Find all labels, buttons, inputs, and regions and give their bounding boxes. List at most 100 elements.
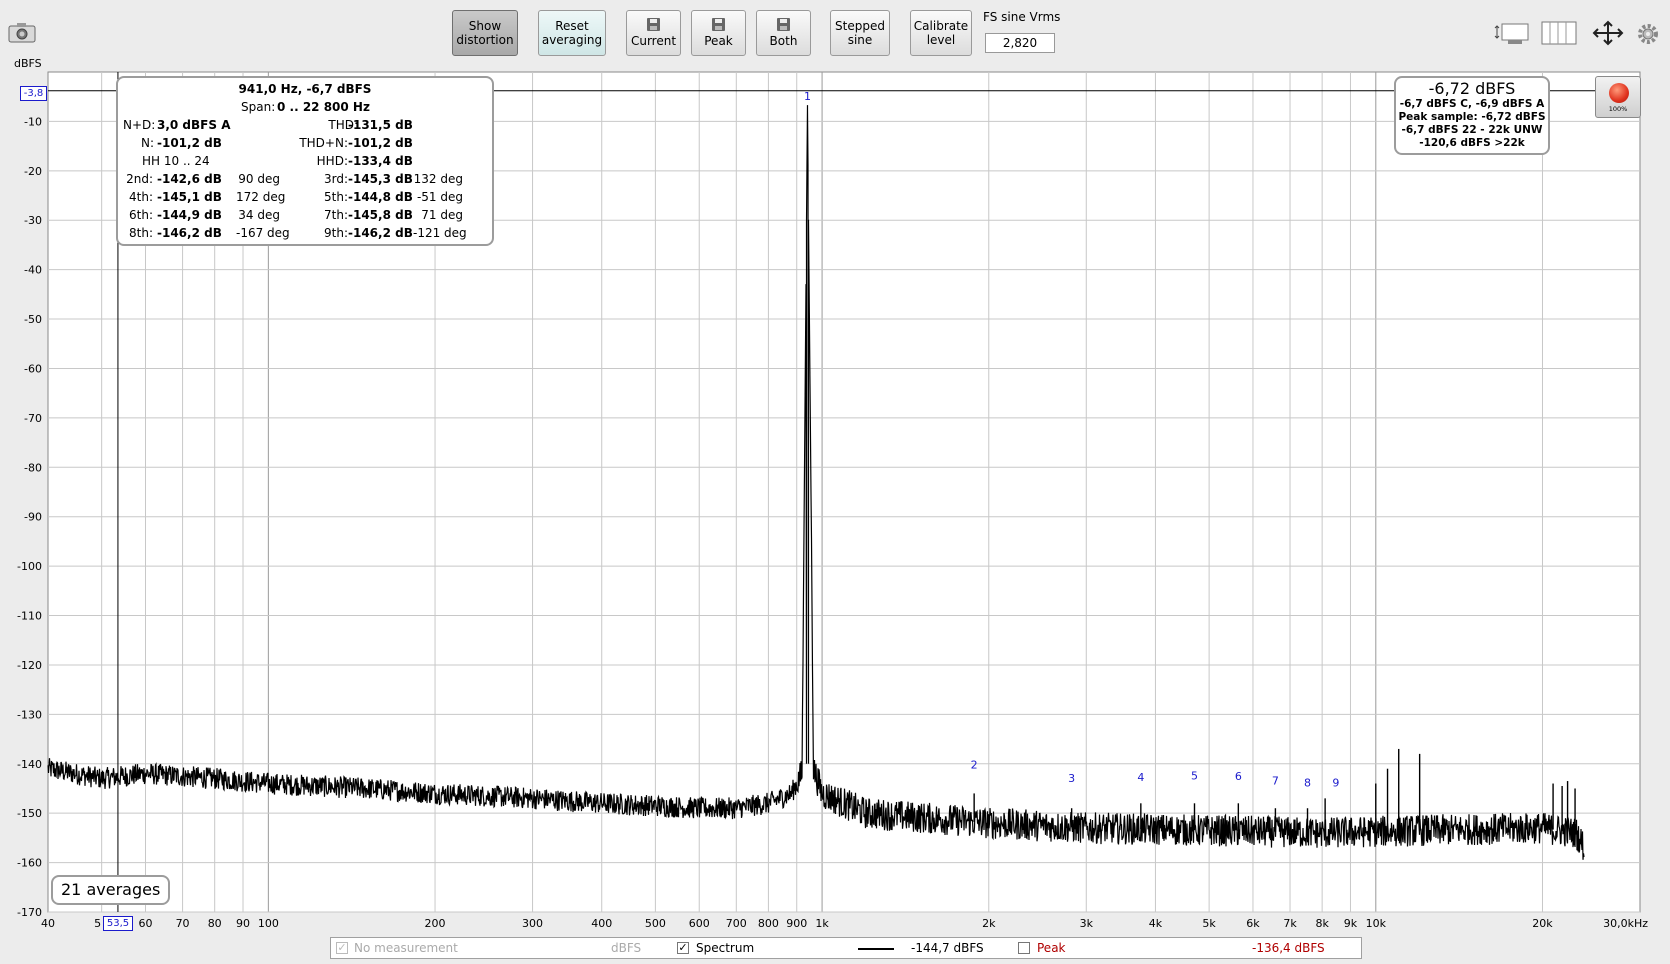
harmonic-phase: 132 deg <box>413 172 463 186</box>
x-tick-label: 400 <box>591 917 612 930</box>
y-tick-label: -120 <box>17 659 42 672</box>
harmonic-label: 4th: <box>129 190 153 204</box>
y-tick-label: -100 <box>17 560 42 573</box>
thd-value: -131,5 dB <box>348 118 413 132</box>
harmonic-label: 5th: <box>324 190 348 204</box>
harmonic-marker: 7 <box>1272 774 1279 787</box>
x-tick-label: 2k <box>982 917 996 930</box>
harmonic-value: -144,9 dB <box>157 208 222 222</box>
nd-value: 3,0 dBFS A <box>157 118 231 132</box>
hhd-value: -133,4 dB <box>348 154 413 168</box>
x-tick-label: 40 <box>41 917 55 930</box>
span-value: 0 .. 22 800 Hz <box>277 100 370 114</box>
y-tick-label: -50 <box>24 313 42 326</box>
x-tick-label: 60 <box>139 917 153 930</box>
n-label: N: <box>140 136 154 150</box>
no-measurement-label: No measurement <box>354 941 458 955</box>
harmonic-marker: 6 <box>1235 770 1242 783</box>
spectrum-value: -144,7 dBFS <box>911 941 984 955</box>
harmonic-value: -142,6 dB <box>157 172 222 186</box>
record-level-label: 100% <box>1608 105 1628 113</box>
y-tick-label: -90 <box>24 511 42 524</box>
y-tick-label: -80 <box>24 461 42 474</box>
y-tick-label: -170 <box>17 906 42 919</box>
x-tick-label: 80 <box>208 917 222 930</box>
harmonic-label: 9th: <box>324 226 348 240</box>
x-tick-label: 9k <box>1344 917 1358 930</box>
harmonic-label: 6th: <box>129 208 153 222</box>
y-tick-label: -130 <box>17 708 42 721</box>
harmonic-value: -146,2 dB <box>157 226 222 240</box>
x-tick-label: 5 <box>94 917 101 930</box>
x-tick-label: 800 <box>758 917 779 930</box>
hhd-label: HHD: <box>316 154 348 168</box>
harmonic-phase: 71 deg <box>421 208 463 222</box>
record-icon <box>1609 83 1629 103</box>
harmonic-label: 2nd: <box>126 172 153 186</box>
x-tick-label: 200 <box>425 917 446 930</box>
spectrum-checkbox[interactable]: ✓ <box>677 942 689 954</box>
n-value: -101,2 dB <box>157 136 222 150</box>
harmonic-phase: 34 deg <box>238 208 280 222</box>
level-line-2: Peak sample: -6,72 dBFS <box>1398 111 1546 123</box>
y-tick-label: -110 <box>17 610 42 623</box>
level-line-3: -6,7 dBFS 22 - 22k UNW <box>1401 124 1543 136</box>
y-tick-label: -140 <box>17 758 42 771</box>
x-tick-label: 4k <box>1149 917 1163 930</box>
cursor-x-label[interactable]: 53,5 <box>103 916 133 931</box>
harmonic-value: -145,3 dB <box>348 172 413 186</box>
x-tick-label: 900 <box>786 917 807 930</box>
nd-label: N+D: <box>123 118 156 132</box>
x-tick-label: 10k <box>1366 917 1387 930</box>
harmonic-phase: -51 deg <box>416 190 463 204</box>
distortion-info-panel: 941,0 Hz, -6,7 dBFS Span: 0 .. 22 800 Hz… <box>116 76 494 246</box>
x-tick-label: 100 <box>258 917 279 930</box>
no-measurement-unit: dBFS <box>611 941 642 955</box>
harmonic-phase: 172 deg <box>236 190 286 204</box>
x-tick-label: 600 <box>689 917 710 930</box>
averages-badge: 21 averages <box>51 875 171 905</box>
harmonic-marker: 3 <box>1068 772 1075 785</box>
cursor-y-label[interactable]: -3,8 <box>20 86 47 101</box>
y-tick-label: -30 <box>24 214 42 227</box>
harmonic-marker: 4 <box>1137 771 1144 784</box>
harmonic-value: -145,1 dB <box>157 190 222 204</box>
x-tick-label: 90 <box>236 917 250 930</box>
harmonic-marker: 5 <box>1191 769 1198 782</box>
harmonic-label: 3rd: <box>323 172 348 186</box>
x-tick-label: 3k <box>1080 917 1094 930</box>
x-tick-label: 7k <box>1283 917 1297 930</box>
harmonic-marker: 9 <box>1332 776 1339 789</box>
thdn-value: -101,2 dB <box>348 136 413 150</box>
harmonic-marker: 8 <box>1304 776 1311 789</box>
x-tick-label: 8k <box>1315 917 1329 930</box>
harmonic-phase: -167 deg <box>236 226 290 240</box>
level-main: -6,72 dBFS <box>1428 79 1516 98</box>
harmonic-value: -144,8 dB <box>348 190 413 204</box>
level-line-4: -120,6 dBFS >22k <box>1419 137 1525 149</box>
harmonic-marker: 2 <box>971 759 978 772</box>
span-label: Span: <box>241 100 276 114</box>
x-tick-label: 30,0kHz <box>1603 917 1648 930</box>
harmonic-label: 7th: <box>324 208 348 222</box>
peak-value: -136,4 dBFS <box>1252 941 1325 955</box>
y-tick-label: -150 <box>17 807 42 820</box>
info-title: 941,0 Hz, -6,7 dBFS <box>238 82 372 96</box>
x-tick-label: 500 <box>645 917 666 930</box>
y-tick-label: -160 <box>17 857 42 870</box>
y-tick-label: -70 <box>24 412 42 425</box>
x-tick-label: 5k <box>1202 917 1216 930</box>
x-tick-label: 20k <box>1532 917 1553 930</box>
harmonic-value: -145,8 dB <box>348 208 413 222</box>
level-line-1: -6,7 dBFS C, -6,9 dBFS A <box>1399 98 1545 110</box>
thdn-label: THD+N: <box>299 136 348 150</box>
x-tick-label: 300 <box>522 917 543 930</box>
peak-checkbox[interactable] <box>1018 942 1030 954</box>
harmonic-phase: 90 deg <box>238 172 280 186</box>
no-measurement-checkbox[interactable]: ✓ <box>336 942 348 954</box>
y-tick-label: -60 <box>24 362 42 375</box>
y-tick-label: -10 <box>24 115 42 128</box>
record-button[interactable]: 100% <box>1595 76 1641 118</box>
x-tick-label: 1k <box>815 917 829 930</box>
level-panel: -6,72 dBFS -6,7 dBFS C, -6,9 dBFS A Peak… <box>1394 76 1550 155</box>
